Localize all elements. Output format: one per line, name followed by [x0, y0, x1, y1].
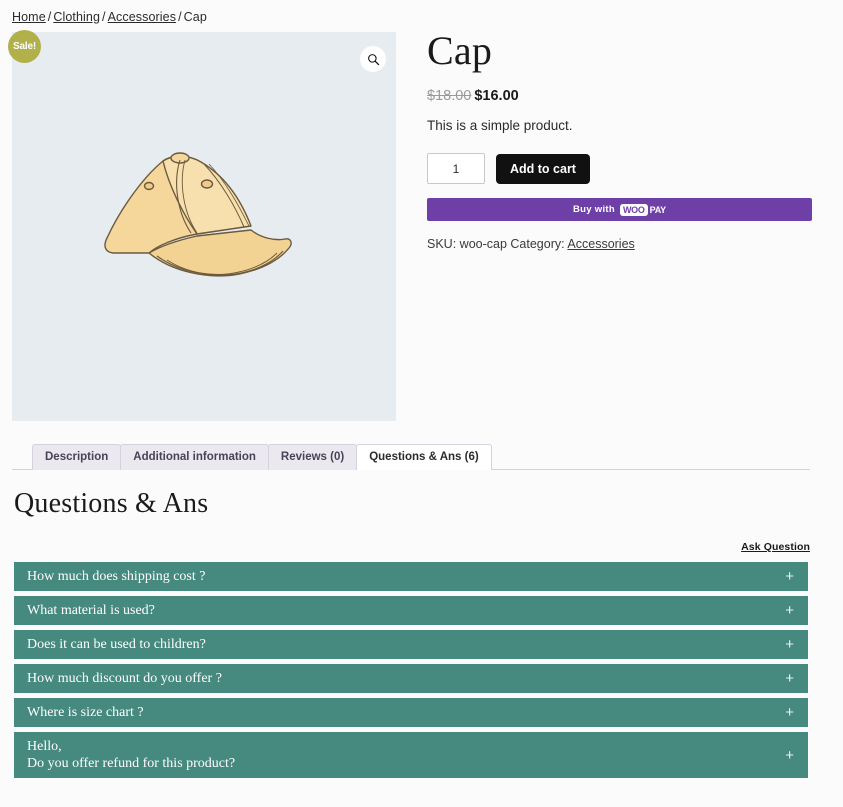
tab-list: Description Additional information Revie… — [12, 443, 810, 470]
product-gallery: Sale! — [8, 30, 396, 421]
sale-badge: Sale! — [8, 30, 41, 63]
qa-question-text: Does it can be used to children? — [27, 637, 206, 652]
product-page: Home / Clothing / Accessories / Cap Sale! — [0, 0, 843, 807]
expand-plus-icon[interactable]: + — [785, 637, 794, 652]
sku-value: woo-cap — [459, 237, 507, 251]
breadcrumb-item-clothing[interactable]: Clothing — [53, 10, 100, 24]
qa-question-text: Where is size chart ? — [27, 705, 144, 720]
qa-question-text: Hello, Do you offer refund for this prod… — [27, 739, 236, 771]
category-label: Category: — [510, 237, 565, 251]
expand-plus-icon[interactable]: + — [785, 748, 794, 763]
tab-additional-information[interactable]: Additional information — [120, 444, 269, 470]
buy-with-woopay-button[interactable]: Buy with WOO PAY — [427, 198, 812, 221]
price-sale: $16.00 — [474, 88, 519, 104]
breadcrumb-item-home[interactable]: Home — [12, 10, 46, 24]
product-image[interactable] — [12, 32, 396, 421]
qa-accordion-item[interactable]: Where is size chart ? + — [14, 698, 808, 727]
product-meta: SKU: woo-cap Category: Accessories — [427, 237, 819, 251]
cap-illustration — [104, 152, 292, 277]
qa-question-text: What material is used? — [27, 603, 155, 618]
breadcrumb-separator: / — [102, 10, 106, 24]
qa-question-text: How much discount do you offer ? — [27, 671, 222, 686]
qa-accordion-item[interactable]: Does it can be used to children? + — [14, 630, 808, 659]
breadcrumb: Home / Clothing / Accessories / Cap — [12, 10, 207, 24]
category-link[interactable]: Accessories — [567, 237, 634, 251]
breadcrumb-item-current: Cap — [183, 10, 207, 24]
zoom-image-button[interactable] — [360, 46, 386, 72]
expand-plus-icon[interactable]: + — [785, 671, 794, 686]
breadcrumb-separator: / — [178, 10, 182, 24]
price-row: $18.00 $16.00 — [427, 88, 819, 104]
product-tabs: Description Additional information Revie… — [12, 443, 810, 470]
add-to-cart-button[interactable]: Add to cart — [496, 153, 590, 184]
breadcrumb-item-accessories[interactable]: Accessories — [108, 10, 176, 24]
tab-description[interactable]: Description — [32, 444, 122, 470]
qa-heading: Questions & Ans — [14, 488, 209, 519]
qa-accordion-item[interactable]: Hello, Do you offer refund for this prod… — [14, 732, 808, 778]
qa-accordion: How much does shipping cost ? + What mat… — [14, 562, 808, 783]
expand-plus-icon[interactable]: + — [785, 603, 794, 618]
qa-accordion-item[interactable]: How much discount do you offer ? + — [14, 664, 808, 693]
qa-accordion-item[interactable]: How much does shipping cost ? + — [14, 562, 808, 591]
ask-question-link[interactable]: Ask Question — [741, 541, 810, 553]
price-original: $18.00 — [427, 88, 472, 104]
tab-reviews[interactable]: Reviews (0) — [267, 444, 358, 470]
add-to-cart-form: Add to cart — [427, 153, 819, 184]
woo-wordmark: WOO — [619, 203, 648, 216]
product-summary: Cap $18.00 $16.00 This is a simple produc… — [427, 30, 819, 251]
page-title: Cap — [427, 28, 493, 73]
expand-plus-icon[interactable]: + — [785, 569, 794, 584]
qa-question-text: How much does shipping cost ? — [27, 569, 206, 584]
tab-questions-and-ans[interactable]: Questions & Ans (6) — [356, 444, 492, 470]
pay-wordmark: PAY — [649, 204, 667, 215]
expand-plus-icon[interactable]: + — [785, 705, 794, 720]
sku-label: SKU: — [427, 237, 457, 251]
magnifier-icon — [367, 53, 379, 65]
qa-accordion-item[interactable]: What material is used? + — [14, 596, 808, 625]
woopay-buy-with-label: Buy with — [572, 204, 615, 215]
woopay-logo: WOO PAY — [619, 203, 667, 216]
short-description: This is a simple product. — [427, 118, 573, 133]
quantity-input[interactable] — [427, 153, 485, 184]
